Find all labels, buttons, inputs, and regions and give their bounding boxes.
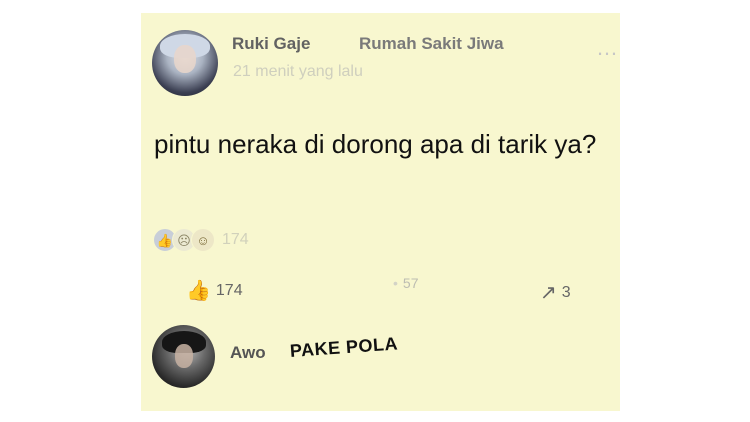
post-text: pintu neraka di dorong apa di tarik ya? [154, 129, 597, 159]
comment-text: PAKE POLA [289, 333, 399, 361]
comment-count: 57 [402, 275, 419, 291]
comment-icon: • [393, 275, 398, 291]
thumbs-up-icon: 👍 [186, 280, 211, 302]
comment-avatar[interactable] [152, 325, 215, 388]
post-location[interactable]: Rumah Sakit Jiwa [359, 34, 504, 54]
share-icon: ↗ [540, 282, 557, 304]
reaction-count: 174 [222, 231, 249, 248]
comment-author[interactable]: Awo [230, 343, 266, 363]
avatar-face-shape [174, 45, 196, 73]
post-card: Ruki Gaje Rumah Sakit Jiwa 21 menit yang… [141, 13, 620, 411]
share-count: 3 [561, 284, 571, 301]
share-button[interactable]: ↗ 3 [540, 283, 571, 303]
like-count: 174 [215, 282, 243, 299]
post-author[interactable]: Ruki Gaje [232, 34, 310, 54]
post-time: 21 menit yang lalu [233, 63, 363, 80]
more-icon[interactable]: … [596, 35, 619, 61]
comment-button[interactable]: • 57 [393, 275, 418, 291]
reaction-summary[interactable]: 👍 ☹ ☺ 174 [153, 228, 249, 252]
like-button[interactable]: 👍 174 [186, 281, 243, 301]
haha-icon: ☺ [191, 228, 215, 252]
author-avatar[interactable] [152, 30, 218, 96]
comment-avatar-face-shape [175, 344, 193, 368]
